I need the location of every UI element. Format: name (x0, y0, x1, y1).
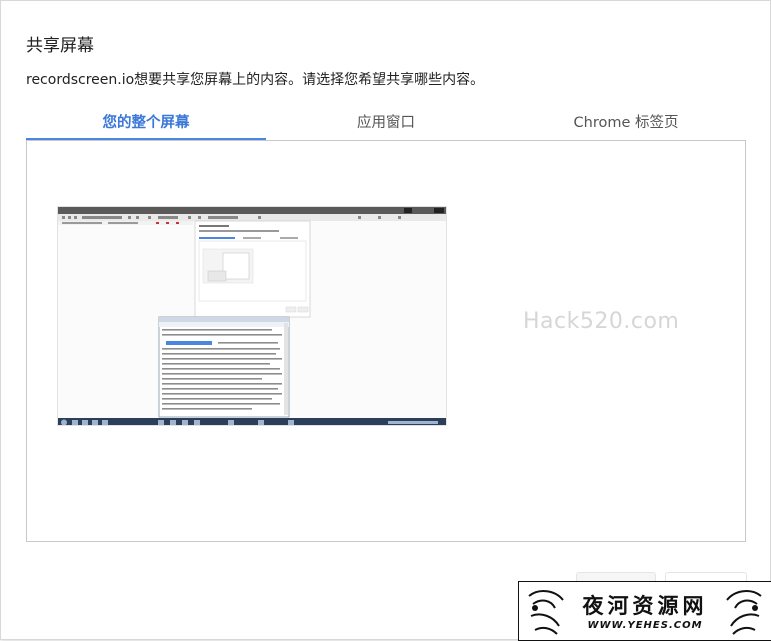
share-screen-dialog: 共享屏幕 recordscreen.io想要共享您屏幕上的内容。请选择您希望共享… (0, 0, 771, 641)
screen-preview-image (58, 207, 446, 425)
tab-entire-screen[interactable]: 您的整个屏幕 (26, 105, 266, 141)
logo-title: 夜河资源网 (582, 593, 708, 618)
logo-url: WWW.YEHES.COM (587, 620, 703, 631)
tab-chrome-tab[interactable]: Chrome 标签页 (506, 105, 746, 141)
dialog-title: 共享屏幕 (26, 36, 94, 56)
site-logo-watermark: 夜河资源网 WWW.YEHES.COM (518, 581, 771, 641)
tab-application-window[interactable]: 应用窗口 (266, 105, 506, 141)
source-tabs: 您的整个屏幕 应用窗口 Chrome 标签页 (26, 105, 746, 141)
entire-screen-thumbnail[interactable] (57, 206, 447, 426)
source-panel: Hack520.com (26, 140, 746, 542)
watermark-text: Hack520.com (523, 309, 680, 334)
dialog-description: recordscreen.io想要共享您屏幕上的内容。请选择您希望共享哪些内容。 (26, 72, 485, 88)
